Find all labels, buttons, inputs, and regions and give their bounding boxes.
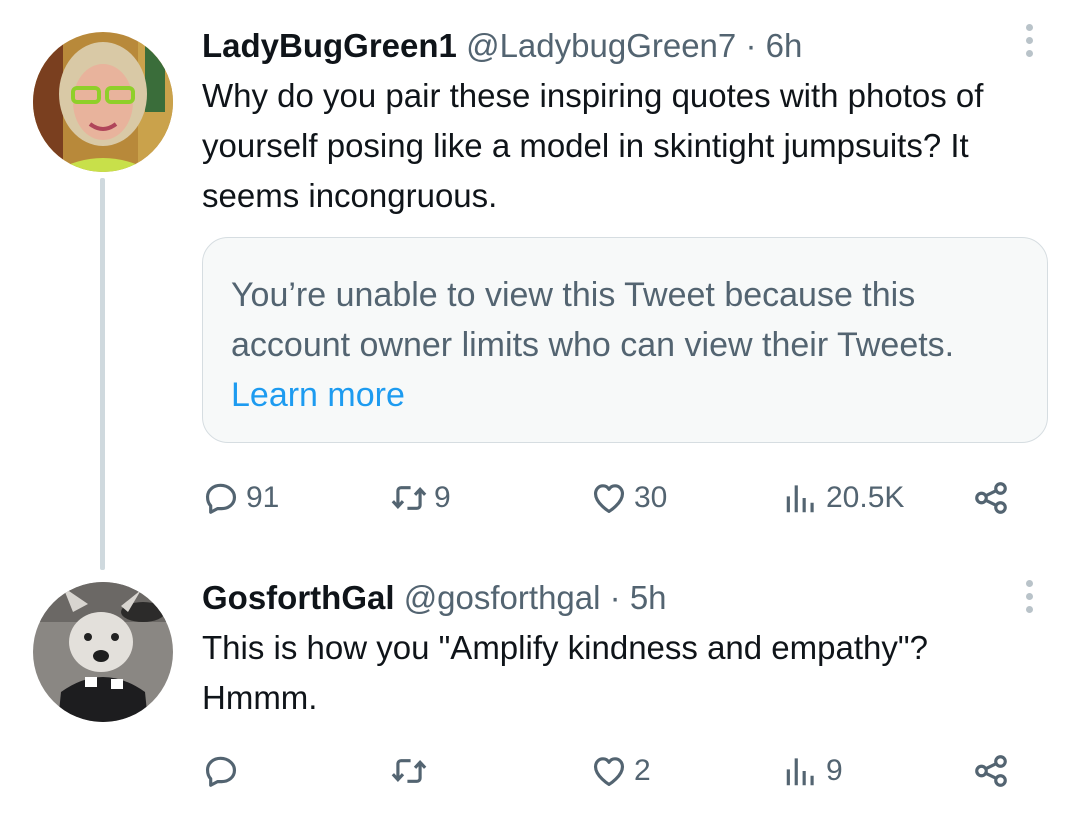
- tweet-header: LadyBugGreen1 @LadybugGreen7 · 6h: [202, 24, 802, 68]
- tweet-text: Why do you pair these inspiring quotes w…: [202, 77, 984, 214]
- unavailable-tweet-notice: You’re unable to view this Tweet because…: [202, 237, 1048, 443]
- reply-thread: LadyBugGreen1 @LadybugGreen7 · 6h Why do…: [0, 0, 1080, 826]
- views-button[interactable]: 20.5K: [782, 473, 904, 523]
- tweet[interactable]: LadyBugGreen1 @LadybugGreen7 · 6h Why do…: [0, 0, 1080, 570]
- reply-icon: [202, 752, 240, 790]
- tweet-header: GosforthGal @gosforthgal · 5h: [202, 576, 667, 620]
- display-name[interactable]: LadyBugGreen1: [202, 27, 457, 64]
- retweet-icon: [390, 752, 428, 790]
- share-icon: [972, 479, 1010, 517]
- timestamp[interactable]: 5h: [630, 579, 667, 616]
- retweet-count: 9: [434, 481, 451, 514]
- separator-dot: ·: [745, 27, 757, 64]
- display-name[interactable]: GosforthGal: [202, 579, 395, 616]
- user-handle[interactable]: @gosforthgal: [404, 579, 601, 616]
- retweet-icon: [390, 479, 428, 517]
- user-handle[interactable]: @LadybugGreen7: [466, 27, 736, 64]
- heart-icon: [590, 479, 628, 517]
- views-icon: [782, 752, 820, 790]
- more-options-icon[interactable]: [1024, 580, 1034, 620]
- tweet-actions: 91 9 30 20.5K: [202, 473, 1032, 523]
- retweet-button[interactable]: 9: [390, 473, 451, 523]
- like-button[interactable]: 2: [590, 746, 651, 796]
- like-count: 30: [634, 481, 668, 514]
- tweet-text: This is how you "Amplify kindness and em…: [202, 629, 928, 716]
- timestamp[interactable]: 6h: [766, 27, 803, 64]
- like-count: 2: [634, 754, 651, 787]
- more-options-icon[interactable]: [1024, 24, 1034, 64]
- reply-count: 91: [246, 481, 280, 514]
- reply-button[interactable]: 91: [202, 473, 279, 523]
- tweet-actions: 2 9: [202, 746, 1032, 796]
- learn-more-link[interactable]: Learn more: [231, 376, 405, 414]
- reply-icon: [202, 479, 240, 517]
- separator-dot: ·: [609, 579, 621, 616]
- like-button[interactable]: 30: [590, 473, 667, 523]
- views-count: 9: [826, 754, 843, 787]
- reply-button[interactable]: [202, 746, 240, 796]
- notice-text: You’re unable to view this Tweet because…: [231, 276, 955, 364]
- views-button[interactable]: 9: [782, 746, 843, 796]
- retweet-button[interactable]: [390, 746, 428, 796]
- share-icon: [972, 752, 1010, 790]
- avatar[interactable]: [33, 582, 173, 722]
- views-count: 20.5K: [826, 481, 905, 514]
- heart-icon: [590, 752, 628, 790]
- share-button[interactable]: [972, 746, 1010, 796]
- tweet[interactable]: GosforthGal @gosforthgal · 5h This is ho…: [0, 570, 1080, 826]
- avatar[interactable]: [33, 32, 173, 172]
- views-icon: [782, 479, 820, 517]
- share-button[interactable]: [972, 473, 1010, 523]
